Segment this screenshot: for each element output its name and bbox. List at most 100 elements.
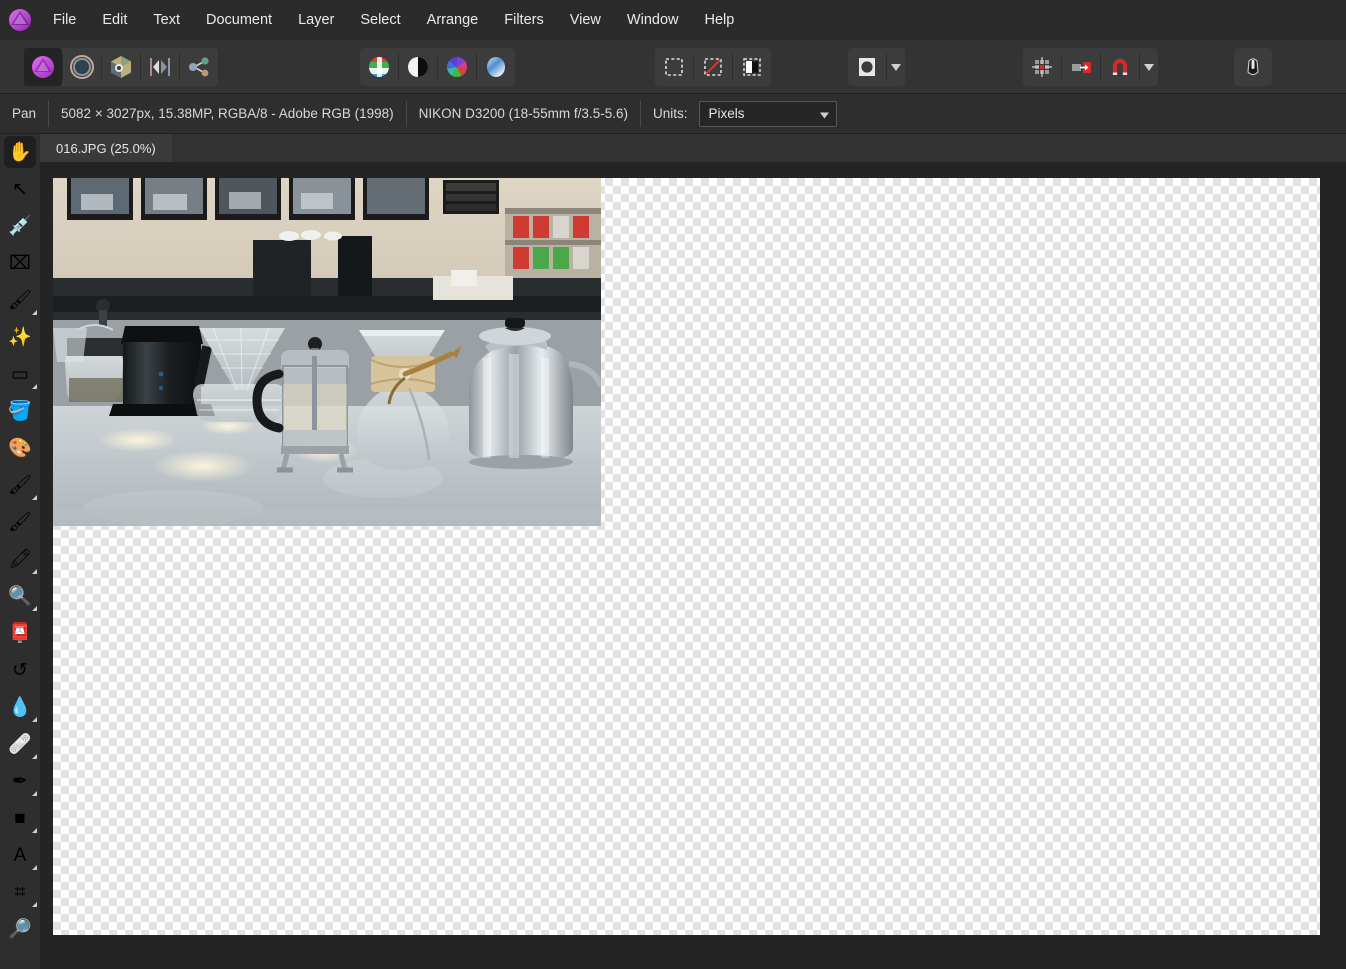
color-wheel-button[interactable] [438, 48, 476, 86]
menu-edit[interactable]: Edit [89, 0, 140, 40]
mask-dropdown-chevron-down-icon[interactable] [887, 48, 905, 86]
text-a-icon: A [13, 845, 27, 866]
tool-selection-brush[interactable]: 🖌 [0, 282, 40, 319]
persona-tone-mapping[interactable] [141, 48, 179, 86]
blue-square-icon: ■ [14, 808, 26, 829]
context-toolbar: Pan 5082 × 3027px, 15.38MP, RGBA/8 - Ado… [0, 94, 1346, 134]
crop-icon: ⌧ [9, 253, 31, 274]
persona-photo[interactable] [24, 48, 62, 86]
hand-icon: ✋ [8, 142, 32, 163]
affinity-photo-window: File Edit Text Document Layer Select Arrange Fi… [0, 0, 1346, 969]
persona-develop[interactable] [102, 48, 140, 86]
units-label: Units: [652, 106, 688, 121]
menu-view[interactable]: View [557, 0, 614, 40]
tool-group-indicator-icon [32, 828, 37, 833]
mask-button[interactable] [848, 48, 886, 86]
units-select[interactable]: Pixels [699, 100, 838, 127]
tool-crop[interactable]: ⌧ [0, 245, 40, 282]
camera-info-label: NIKON D3200 (18-55mm f/3.5-5.6) [418, 106, 628, 121]
canvas-image[interactable] [53, 178, 601, 526]
units-value: Pixels [708, 106, 745, 121]
paintbrush-icon: 🖌 [7, 475, 33, 496]
tool-group-indicator-icon [32, 495, 37, 500]
selection-brush-icon: 🖌 [7, 290, 33, 311]
mesh-warp-icon: ⌗ [14, 882, 26, 903]
contrast-button[interactable] [399, 48, 437, 86]
menu-text[interactable]: Text [140, 0, 193, 40]
pressure-group [1234, 48, 1272, 86]
water-droplet-icon: 💧 [8, 697, 32, 718]
menu-document[interactable]: Document [193, 0, 285, 40]
menu-layer[interactable]: Layer [285, 0, 347, 40]
persona-group [24, 48, 218, 86]
tool-group-indicator-icon [32, 754, 37, 759]
clone-stamp-icon: 📮 [8, 623, 32, 644]
eyedropper-icon: 💉 [8, 216, 32, 237]
tool-clone[interactable]: 📮 [0, 615, 40, 652]
bandage-icon: 🩹 [8, 734, 32, 755]
dodge-icon: 🔍 [8, 586, 32, 607]
tool-undo-brush[interactable]: ↺ [0, 652, 40, 689]
tool-erase[interactable]: 🖍 [0, 541, 40, 578]
tool-group-indicator-icon [32, 791, 37, 796]
tool-magic-wand[interactable]: ✨ [0, 319, 40, 356]
tool-paint-brush[interactable]: 🖌 [0, 467, 40, 504]
tool-paint-mixer[interactable]: 🖌 [0, 504, 40, 541]
tool-blur[interactable]: 💧 [0, 689, 40, 726]
tool-group-indicator-icon [32, 865, 37, 870]
menu-window[interactable]: Window [614, 0, 692, 40]
menu-help[interactable]: Help [691, 0, 747, 40]
deselect-button[interactable] [694, 48, 732, 86]
persona-export[interactable] [180, 48, 218, 86]
canvas-area[interactable] [40, 162, 1346, 969]
tool-group-indicator-icon [32, 606, 37, 611]
select-all-button[interactable] [655, 48, 693, 86]
color-wheel-brush-icon: 🎨 [8, 438, 32, 459]
document-info-label: 5082 × 3027px, 15.38MP, RGBA/8 - Adobe R… [61, 106, 394, 121]
move-to-edge-button[interactable] [1062, 48, 1100, 86]
tool-colour-replacement[interactable]: 🎨 [0, 430, 40, 467]
tool-rectangle[interactable]: ■ [0, 800, 40, 837]
snapping-dropdown-chevron-down-icon[interactable] [1140, 48, 1158, 86]
paint-mixer-icon: 🖌 [7, 512, 33, 533]
tool-move[interactable]: ↖ [0, 171, 40, 208]
tool-text[interactable]: A [0, 837, 40, 874]
tool-marquee[interactable]: ▭ [0, 356, 40, 393]
tool-dodge[interactable]: 🔍 [0, 578, 40, 615]
menu-select[interactable]: Select [347, 0, 413, 40]
channels-button[interactable] [360, 48, 398, 86]
chevron-down-icon [820, 106, 830, 121]
magic-wand-icon: ✨ [8, 327, 32, 348]
tool-group-indicator-icon [32, 717, 37, 722]
menu-arrange[interactable]: Arrange [414, 0, 492, 40]
magnifier-icon: 🔎 [8, 919, 32, 940]
tool-color-picker[interactable]: 💉 [0, 208, 40, 245]
document-tab[interactable]: 016.JPG (25.0%) [40, 134, 172, 162]
tool-zoom[interactable]: 🔎 [0, 911, 40, 948]
tool-flood-fill[interactable]: 🪣 [0, 393, 40, 430]
marquee-icon: ▭ [11, 364, 29, 385]
adjustment-group [360, 48, 515, 86]
menu-file[interactable]: File [40, 0, 89, 40]
menu-bar: File Edit Text Document Layer Select Arrange Fi… [0, 0, 1346, 40]
tool-group-indicator-icon [32, 902, 37, 907]
affinity-photo-logo-icon [0, 0, 40, 40]
tools-panel: ✋ ↖ 💉 ⌧ 🖌 ✨ ▭ 🪣 🎨 🖌 🖌 🖍 🔍 📮 ↺ 💧 🩹 ✒ ■ A ⌗ 🔎 [0, 134, 40, 969]
menu-filters[interactable]: Filters [491, 0, 556, 40]
tool-pan[interactable]: ✋ [0, 134, 40, 171]
tool-pen[interactable]: ✒ [0, 763, 40, 800]
undo-brush-icon: ↺ [12, 660, 28, 681]
gradient-button[interactable] [477, 48, 515, 86]
grid-button[interactable] [1023, 48, 1061, 86]
persona-liquify[interactable] [63, 48, 101, 86]
document-tab-bar: 016.JPG (25.0%) [40, 134, 1346, 162]
refine-selection-button[interactable] [733, 48, 771, 86]
snapping-button[interactable] [1101, 48, 1139, 86]
mask-group [848, 48, 905, 86]
pen-nib-icon: ✒ [12, 771, 28, 792]
tool-mesh-warp[interactable]: ⌗ [0, 874, 40, 911]
tool-healing[interactable]: 🩹 [0, 726, 40, 763]
tool-group-indicator-icon [32, 569, 37, 574]
current-tool-label: Pan [12, 106, 37, 121]
pressure-button[interactable] [1234, 48, 1272, 86]
